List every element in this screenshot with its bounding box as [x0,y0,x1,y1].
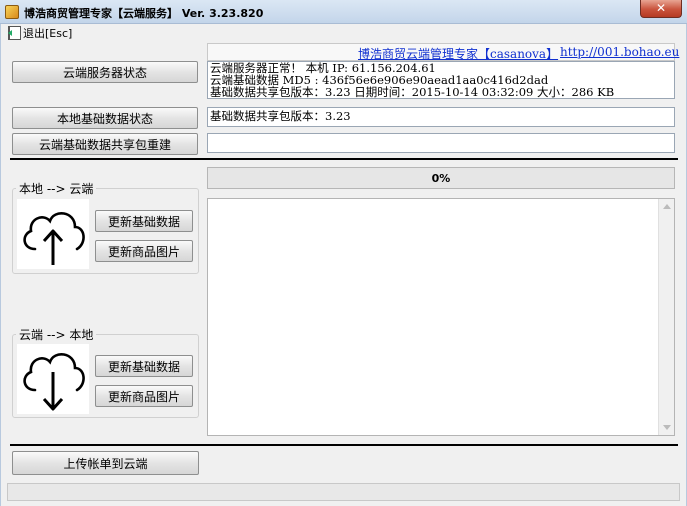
local-to-cloud-legend: 本地 --> 云端 [16,180,97,197]
scroll-up-icon[interactable] [663,204,671,209]
menu-exit[interactable]: 退出[Esc] [23,25,72,41]
progress-label: 0% [431,171,451,185]
rebuild-cloud-package-button[interactable]: 云端基础数据共享包重建 [12,133,198,155]
download-base-data-button[interactable]: 更新基础数据 [95,355,193,377]
upload-bills-button[interactable]: 上传帐单到云端 [12,451,199,475]
scroll-down-icon[interactable] [663,425,671,430]
server-status-box: 云端服务器正常！ 本机 IP: 61.156.204.61 云端基础数据 MD5… [207,61,675,99]
header-link-bar: 博浩商贸云端管理专家【casanova】 http://001.bohao.eu [207,43,679,62]
local-status-box: 基础数据共享包版本：3.23 [207,107,675,127]
server-package-line: 基础数据共享包版本：3.23 日期时间：2015-10-14 03:32:09 … [210,85,615,99]
log-area[interactable] [207,198,675,436]
cloud-to-local-legend: 云端 --> 本地 [16,326,97,343]
menu-bar: 退出[Esc] [8,24,72,42]
window-title: 博浩商贸管理专家【云端服务】 Ver. 3.23.820 [24,7,264,20]
local-base-data-status-button[interactable]: 本地基础数据状态 [12,107,198,129]
exit-icon [8,26,21,40]
divider [10,158,678,160]
rebuild-status-box [207,133,675,153]
upload-product-images-button[interactable]: 更新商品图片 [95,240,193,262]
download-product-images-button[interactable]: 更新商品图片 [95,385,193,407]
log-text [208,199,674,205]
app-icon [5,5,19,19]
progress-bar: 0% [207,167,675,189]
upload-base-data-button[interactable]: 更新基础数据 [95,210,193,232]
status-bar [7,483,680,501]
close-button[interactable]: ✕ [640,0,682,18]
header-link-title[interactable]: 博浩商贸云端管理专家【casanova】 [358,45,558,62]
cloud-server-status-button[interactable]: 云端服务器状态 [12,61,198,83]
divider [10,444,678,446]
cloud-download-icon [17,344,89,414]
log-scrollbar[interactable] [658,199,674,435]
cloud-upload-icon [17,199,89,269]
header-link-url[interactable]: http://001.bohao.eu [560,45,679,59]
